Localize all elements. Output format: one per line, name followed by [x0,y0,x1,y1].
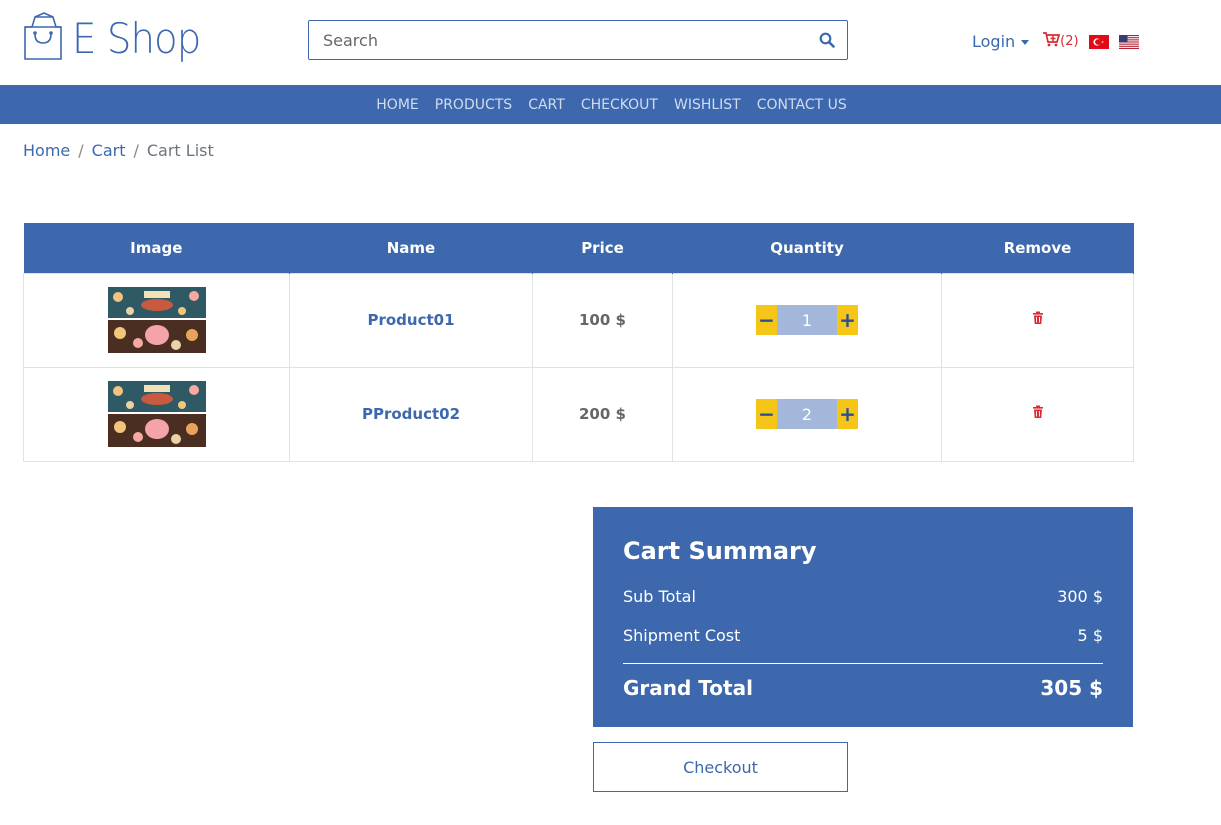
product-price: 100 $ [532,272,673,368]
breadcrumb-cart[interactable]: Cart [92,141,126,160]
summary-title: Cart Summary [623,537,817,565]
header-remove: Remove [941,223,1134,273]
breadcrumb-current: Cart List [146,141,214,160]
nav-home[interactable]: HOME [376,97,418,113]
logo-text: E Shop [72,14,201,63]
turkish-flag-icon[interactable] [1088,34,1109,49]
header-actions: Login (2) [972,28,1139,54]
image-cell [23,366,290,462]
login-dropdown[interactable]: Login [972,31,1030,51]
us-flag-icon[interactable] [1118,34,1139,49]
product-name[interactable]: PProduct02 [289,366,533,462]
header-quantity: Quantity [672,223,942,273]
search-bar [308,20,848,60]
cart-count: (2) [1060,33,1079,49]
image-cell [23,272,290,368]
remove-cell [941,272,1134,368]
login-label: Login [972,31,1016,51]
table-row: PProduct02 200 $ − 2 + [23,366,1134,462]
nav-wishlist[interactable]: WISHLIST [674,97,741,113]
quantity-cell: − 2 + [672,366,942,462]
subtotal-row: Sub Total 300 $ [623,577,1103,616]
header-image: Image [23,223,290,273]
product-image[interactable] [107,381,206,447]
breadcrumb-home[interactable]: Home [23,141,70,160]
cart-table: Image Name Price Quantity Remove Product… [23,223,1134,462]
shopping-bag-icon [22,11,64,67]
cart-link[interactable]: (2) [1043,31,1079,51]
shipment-label: Shipment Cost [623,626,741,645]
trash-icon[interactable] [1031,311,1045,325]
header-name: Name [289,223,533,273]
table-header-row: Image Name Price Quantity Remove [23,223,1134,273]
decrease-quantity-button[interactable]: − [756,399,777,429]
logo[interactable]: E Shop [22,8,212,70]
trash-icon[interactable] [1031,405,1045,419]
quantity-stepper: − 2 + [756,399,858,429]
table-row: Product01 100 $ − 1 + [23,272,1134,368]
caret-down-icon [1021,39,1030,45]
quantity-stepper: − 1 + [756,305,858,335]
search-icon[interactable] [807,21,847,59]
grand-total-label: Grand Total [623,676,753,700]
breadcrumb-separator: / [133,141,139,160]
grand-total-row: Grand Total 305 $ [623,670,1103,706]
subtotal-label: Sub Total [623,587,696,606]
remove-cell [941,366,1134,462]
nav-cart[interactable]: CART [528,97,565,113]
subtotal-value: 300 $ [1057,587,1103,606]
increase-quantity-button[interactable]: + [837,399,858,429]
decrease-quantity-button[interactable]: − [756,305,777,335]
cart-plus-icon [1043,31,1061,51]
increase-quantity-button[interactable]: + [837,305,858,335]
summary-divider [623,663,1103,664]
quantity-cell: − 1 + [672,272,942,368]
search-input[interactable] [309,21,807,59]
header: E Shop Login (2) [0,0,1221,85]
nav-checkout[interactable]: CHECKOUT [581,97,658,113]
breadcrumb: Home / Cart / Cart List [23,141,214,160]
main-nav: HOME PRODUCTS CART CHECKOUT WISHLIST CON… [0,85,1221,124]
product-image[interactable] [107,287,206,353]
product-name[interactable]: Product01 [289,272,533,368]
nav-products[interactable]: PRODUCTS [435,97,512,113]
shipment-row: Shipment Cost 5 $ [623,616,1103,655]
checkout-button[interactable]: Checkout [593,742,848,792]
header-price: Price [532,223,673,273]
cart-summary: Cart Summary Sub Total 300 $ Shipment Co… [593,507,1133,727]
product-price: 200 $ [532,366,673,462]
quantity-value[interactable]: 1 [777,305,837,335]
quantity-value[interactable]: 2 [777,399,837,429]
nav-contact-us[interactable]: CONTACT US [757,97,847,113]
grand-total-value: 305 $ [1040,676,1103,700]
shipment-value: 5 $ [1077,626,1103,645]
breadcrumb-separator: / [78,141,84,160]
